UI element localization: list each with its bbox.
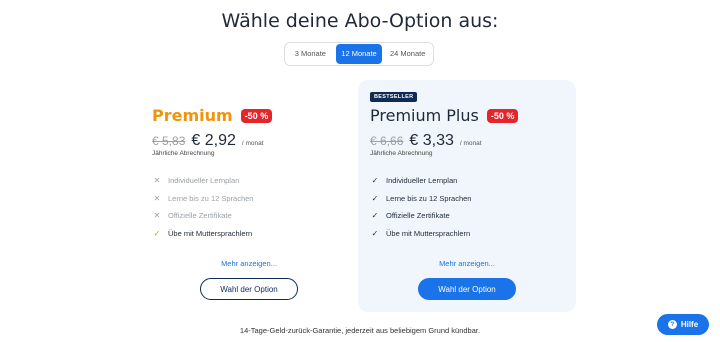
- discount-badge: -50 %: [486, 108, 519, 123]
- tab-3-monate[interactable]: 3 Monate: [287, 44, 334, 64]
- select-premium-button[interactable]: Wahl der Option: [200, 278, 298, 300]
- cross-icon: ✕: [153, 176, 161, 186]
- feature-item: ✓ Individueller Lernplan: [370, 172, 471, 190]
- guarantee-note: 14-Tage-Geld-zurück-Garantie, jederzeit …: [239, 326, 481, 335]
- select-premium-plus-button[interactable]: Wahl der Option: [418, 278, 516, 300]
- old-price: € 6,66: [370, 134, 404, 148]
- billing-period-tabs: 3 Monate 12 Monate 24 Monate: [284, 42, 434, 66]
- feature-item: ✕ Offizielle Zertifikate: [152, 207, 253, 225]
- billing-note: Jährliche Abrechnung: [370, 150, 433, 157]
- feature-item: ✓ Übe mit Muttersprachlern: [152, 225, 253, 243]
- page-title: Wähle deine Abo-Option aus:: [221, 10, 499, 32]
- cross-icon: ✕: [153, 193, 161, 203]
- new-price: € 3,33: [409, 132, 454, 149]
- tab-12-monate[interactable]: 12 Monate: [335, 44, 383, 64]
- show-more-link[interactable]: Mehr anzeigen...: [140, 259, 358, 268]
- feature-label: Übe mit Muttersprachlern: [168, 228, 253, 238]
- plan-card-premium-plus: BESTSELLER Premium Plus -50 % € 6,66 € 3…: [358, 80, 576, 312]
- feature-item: ✕ Individueller Lernplan: [152, 172, 253, 190]
- plan-name: Premium Plus: [370, 106, 479, 125]
- plan-header: Premium -50 %: [152, 106, 273, 125]
- feature-list: ✕ Individueller Lernplan ✕ Lerne bis zu 12…: [152, 172, 254, 243]
- feature-label: Individueller Lernplan: [386, 176, 458, 186]
- check-icon: ✓: [153, 228, 161, 238]
- help-label: Hilfe: [680, 320, 699, 329]
- price-row: € 6,66 € 3,33 / monat: [370, 132, 482, 150]
- feature-item: ✓ Offizielle Zertifikate: [370, 207, 471, 225]
- billing-note: Jährliche Abrechnung: [152, 150, 215, 157]
- feature-label: Lerne bis zu 12 Sprachen: [386, 193, 472, 203]
- feature-item: ✓ Übe mit Muttersprachlern: [370, 225, 471, 243]
- feature-list: ✓ Individueller Lernplan ✓ Lerne bis zu 12…: [370, 172, 472, 243]
- plan-card-premium: Premium -50 % € 5,83 € 2,92 / monat Jähr…: [140, 80, 358, 312]
- feature-label: Individueller Lernplan: [168, 176, 240, 186]
- plan-name: Premium: [152, 106, 233, 125]
- price-period: / monat: [241, 140, 264, 147]
- tab-24-monate[interactable]: 24 Monate: [384, 44, 431, 64]
- plan-header: Premium Plus -50 %: [370, 106, 519, 125]
- feature-label: Offizielle Zertifikate: [386, 211, 450, 221]
- check-icon: ✓: [371, 193, 379, 203]
- feature-item: ✓ Lerne bis zu 12 Sprachen: [370, 190, 472, 208]
- feature-label: Übe mit Muttersprachlern: [386, 228, 471, 238]
- check-icon: ✓: [371, 228, 379, 238]
- check-icon: ✓: [371, 211, 379, 221]
- discount-badge: -50 %: [240, 108, 273, 123]
- question-icon: ?: [667, 320, 677, 329]
- show-more-link[interactable]: Mehr anzeigen...: [358, 259, 576, 268]
- old-price: € 5,83: [152, 134, 186, 148]
- check-icon: ✓: [371, 176, 379, 186]
- price-row: € 5,83 € 2,92 / monat: [152, 132, 264, 150]
- feature-label: Offizielle Zertifikate: [168, 211, 232, 221]
- price-period: / monat: [459, 140, 482, 147]
- feature-label: Lerne bis zu 12 Sprachen: [168, 193, 254, 203]
- bestseller-badge: BESTSELLER: [370, 92, 418, 102]
- help-button[interactable]: ? Hilfe: [657, 314, 709, 335]
- feature-item: ✕ Lerne bis zu 12 Sprachen: [152, 190, 254, 208]
- new-price: € 2,92: [191, 132, 236, 149]
- cross-icon: ✕: [153, 211, 161, 221]
